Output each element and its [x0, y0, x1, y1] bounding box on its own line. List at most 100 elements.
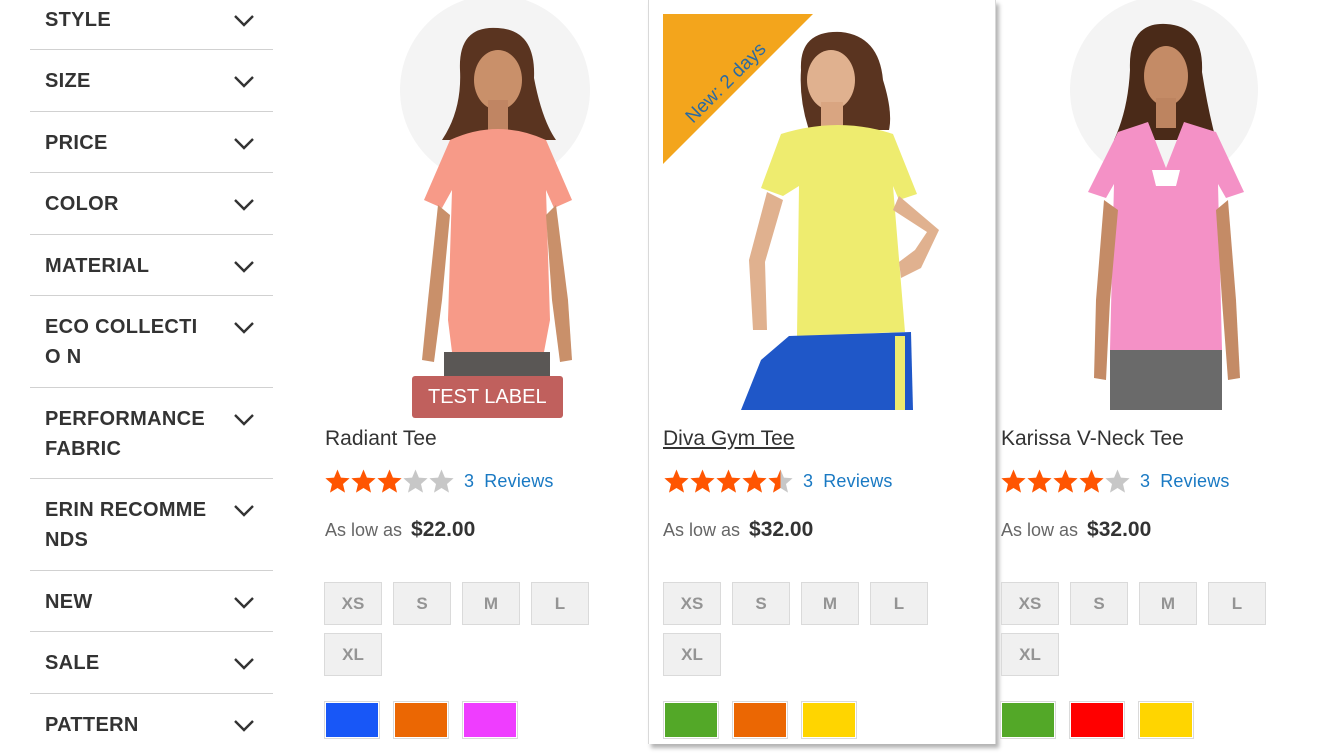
price-value: $32.00: [1087, 518, 1152, 541]
product-name-link[interactable]: Karissa V-Neck Tee: [1001, 427, 1184, 451]
filter-sidebar: STYLE SIZE PRICE COLOR MATERIAL ECO COLL…: [30, 0, 273, 754]
size-option-s[interactable]: S: [732, 582, 790, 625]
filter-erin-recommends[interactable]: ERIN RECOMME NDS: [30, 479, 273, 571]
review-word: Reviews: [484, 470, 554, 491]
chevron-down-icon: [234, 138, 254, 150]
product-price: As low as $22.00: [325, 518, 475, 542]
product-card-radiant-tee[interactable]: TEST LABEL Radiant Tee 3 Reviews As low a…: [310, 0, 640, 744]
color-swatch-red[interactable]: [1069, 701, 1125, 739]
color-swatches: [324, 701, 518, 739]
reviews-link[interactable]: 3 Reviews: [1140, 471, 1230, 492]
filter-style[interactable]: STYLE: [30, 0, 273, 50]
star-icon: [1001, 469, 1026, 493]
chevron-down-icon: [234, 658, 254, 670]
filter-size[interactable]: SIZE: [30, 50, 273, 112]
product-image[interactable]: [986, 0, 1326, 410]
filter-new[interactable]: NEW: [30, 571, 273, 632]
filter-label: NEW: [45, 591, 93, 613]
product-image[interactable]: [310, 0, 640, 410]
product-rating: 3 Reviews: [663, 468, 893, 494]
size-option-l[interactable]: L: [531, 582, 589, 625]
filter-pattern[interactable]: PATTERN: [30, 694, 273, 754]
color-swatch-blue[interactable]: [324, 701, 380, 739]
chevron-down-icon: [234, 414, 254, 426]
color-swatch-purple[interactable]: [462, 701, 518, 739]
filter-eco-collection[interactable]: ECO COLLECTIO N: [30, 296, 273, 388]
product-price: As low as $32.00: [1001, 518, 1151, 542]
reviews-link[interactable]: 3 Reviews: [464, 471, 554, 492]
size-option-xs[interactable]: XS: [1001, 582, 1059, 625]
product-rating: 3 Reviews: [324, 468, 554, 494]
size-option-l[interactable]: L: [870, 582, 928, 625]
chevron-down-icon: [234, 261, 254, 273]
size-option-xl[interactable]: XL: [1001, 633, 1059, 676]
product-name-link[interactable]: Radiant Tee: [325, 427, 437, 451]
size-option-xs[interactable]: XS: [324, 582, 382, 625]
size-options: XS S M L XL: [663, 582, 953, 676]
color-swatches: [663, 701, 857, 739]
chevron-down-icon: [234, 199, 254, 211]
chevron-down-icon: [234, 76, 254, 88]
star-icon: [664, 469, 689, 493]
filter-label: PATTERN: [45, 714, 139, 736]
size-option-s[interactable]: S: [1070, 582, 1128, 625]
filter-label: ERIN RECOMME NDS: [45, 499, 207, 551]
star-icon: [1079, 469, 1104, 493]
filter-material[interactable]: MATERIAL: [30, 235, 273, 296]
price-value: $22.00: [411, 518, 476, 541]
product-name-link[interactable]: Diva Gym Tee: [663, 427, 795, 451]
star-icon: [429, 469, 454, 493]
star-icon: [1053, 469, 1078, 493]
filter-color[interactable]: COLOR: [30, 173, 273, 235]
reviews-link[interactable]: 3 Reviews: [803, 471, 893, 492]
review-count: 3: [803, 470, 814, 491]
star-icon: [351, 469, 376, 493]
star-icon: [377, 469, 402, 493]
price-prefix: As low as: [1001, 520, 1079, 540]
rating-stars: [1000, 468, 1130, 494]
product-card-diva-gym-tee[interactable]: New: 2 days Diva Gym Tee 3 Reviews As low…: [648, 0, 996, 744]
product-photo: [400, 0, 590, 410]
color-swatch-green[interactable]: [663, 701, 719, 739]
star-icon: [742, 469, 767, 493]
star-icon: [690, 469, 715, 493]
star-icon: [1105, 469, 1130, 493]
review-word: Reviews: [1160, 470, 1230, 491]
product-price: As low as $32.00: [663, 518, 813, 542]
filter-performance-fabric[interactable]: PERFORMANCE FABRIC: [30, 388, 273, 479]
price-prefix: As low as: [663, 520, 741, 540]
product-card-karissa-v-neck-tee[interactable]: Karissa V-Neck Tee 3 Reviews As low as $3…: [986, 0, 1326, 744]
size-option-xs[interactable]: XS: [663, 582, 721, 625]
review-count: 3: [1140, 470, 1151, 491]
size-option-m[interactable]: M: [462, 582, 520, 625]
price-value: $32.00: [749, 518, 814, 541]
chevron-down-icon: [234, 15, 254, 27]
chevron-down-icon: [234, 720, 254, 732]
review-count: 3: [464, 470, 475, 491]
size-option-xl[interactable]: XL: [324, 633, 382, 676]
size-option-m[interactable]: M: [1139, 582, 1197, 625]
filter-label: ECO COLLECTIO N: [45, 316, 198, 368]
star-icon: [325, 469, 350, 493]
size-options: XS S M L XL: [324, 582, 614, 676]
filter-label: SIZE: [45, 70, 91, 92]
size-option-m[interactable]: M: [801, 582, 859, 625]
color-swatch-orange[interactable]: [393, 701, 449, 739]
color-swatch-yellow[interactable]: [1138, 701, 1194, 739]
color-swatch-orange[interactable]: [732, 701, 788, 739]
color-swatch-yellow[interactable]: [801, 701, 857, 739]
rating-stars: [324, 468, 454, 494]
color-swatch-green[interactable]: [1000, 701, 1056, 739]
size-options: XS S M L XL: [1001, 582, 1291, 676]
size-option-s[interactable]: S: [393, 582, 451, 625]
filter-label: PERFORMANCE FABRIC: [45, 408, 205, 460]
filter-price[interactable]: PRICE: [30, 112, 273, 173]
size-option-xl[interactable]: XL: [663, 633, 721, 676]
color-swatches: [1000, 701, 1194, 739]
size-option-l[interactable]: L: [1208, 582, 1266, 625]
review-word: Reviews: [823, 470, 893, 491]
chevron-down-icon: [234, 597, 254, 609]
filter-sale[interactable]: SALE: [30, 632, 273, 694]
product-photo: [1070, 0, 1258, 410]
filter-label: SALE: [45, 652, 100, 674]
